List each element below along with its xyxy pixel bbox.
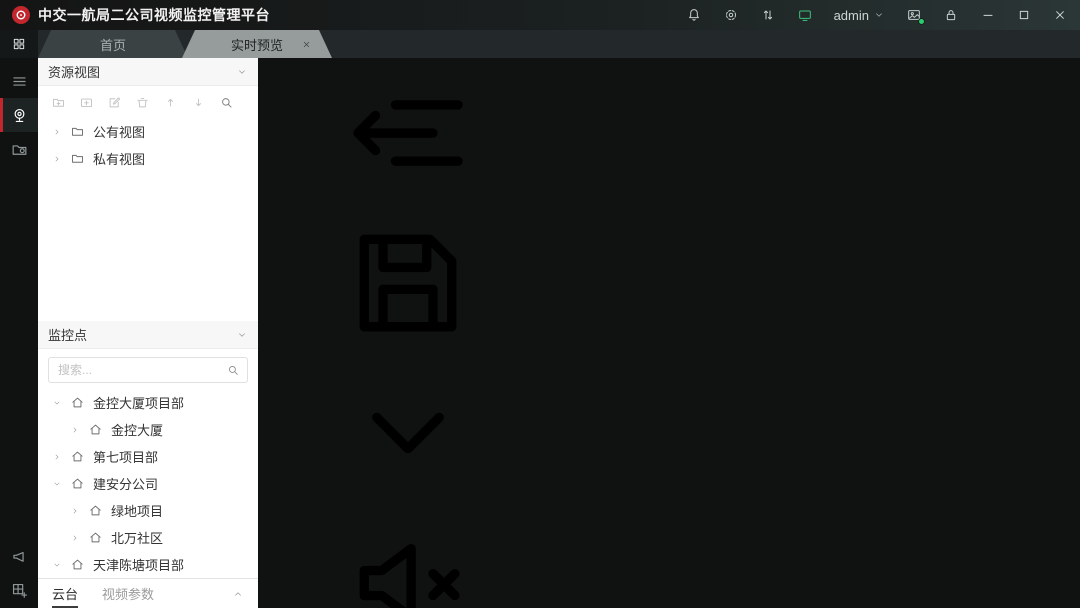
site-icon <box>70 476 85 491</box>
chevron-right-icon[interactable] <box>70 533 80 543</box>
sidebar: 资源视图 公有视图 私有视图 <box>38 58 258 608</box>
site-icon <box>88 422 103 437</box>
tree-item-seventh-project[interactable]: 第七项目部 <box>38 443 258 470</box>
folder-icon <box>70 124 85 139</box>
site-icon <box>88 503 103 518</box>
save-view-button[interactable] <box>258 208 1080 508</box>
bell-icon[interactable] <box>686 7 702 23</box>
edit-icon[interactable] <box>107 95 122 110</box>
delete-icon[interactable] <box>135 95 150 110</box>
app-window: 中交一航局二公司视频监控管理平台 admin 首页 实时预览 <box>0 0 1080 608</box>
search-icon[interactable] <box>219 95 234 110</box>
chevron-right-icon[interactable] <box>70 425 80 435</box>
lock-icon[interactable] <box>943 7 959 23</box>
username: admin <box>834 8 869 23</box>
add-view-icon[interactable] <box>79 95 94 110</box>
tree-item-private-views[interactable]: 私有视图 <box>38 145 258 172</box>
tree-item-label: 公有视图 <box>93 122 145 141</box>
minimize-button[interactable] <box>980 7 996 23</box>
tree-item-label: 私有视图 <box>93 149 145 168</box>
online-status-dot <box>918 18 925 25</box>
chevron-right-icon[interactable] <box>52 127 62 137</box>
chevron-down-icon <box>873 9 885 21</box>
resource-folder-icon[interactable] <box>0 132 38 166</box>
chevron-down-icon[interactable] <box>236 329 248 341</box>
strip-spacer <box>0 166 38 540</box>
user-menu[interactable]: admin <box>834 8 885 23</box>
chevron-down-icon[interactable] <box>52 398 62 408</box>
chevron-up-icon <box>232 588 244 600</box>
tree-item-tianjin-chentang[interactable]: 天津陈塘项目部 <box>38 551 258 578</box>
tree-item-jianan-branch[interactable]: 建安分公司 <box>38 470 258 497</box>
tab-home-label: 首页 <box>100 35 126 54</box>
mute-all-icon[interactable] <box>258 508 558 608</box>
camera-view-icon[interactable] <box>0 98 38 132</box>
content-area: 2019年11月25日 星期一 08:14:27 二公司陈塘1 2019年11月… <box>258 58 1080 608</box>
monitor-points-header[interactable]: 监控点 <box>38 321 258 349</box>
stream-list-icon[interactable] <box>258 58 558 208</box>
app-title: 中交一航局二公司视频监控管理平台 <box>38 5 270 25</box>
tab-close-icon[interactable] <box>301 39 312 50</box>
resource-view-header[interactable]: 资源视图 <box>38 58 258 86</box>
snapshot-status-icon[interactable] <box>906 7 922 23</box>
tree-item-jinkong-tower[interactable]: 金控大厦 <box>38 416 258 443</box>
monitor-points-title: 监控点 <box>48 325 87 344</box>
move-up-icon[interactable] <box>163 95 178 110</box>
tree-item-label: 建安分公司 <box>93 474 158 493</box>
tree-item-label: 金控大厦 <box>111 420 163 439</box>
folder-icon <box>70 151 85 166</box>
monitor-points-panel: 监控点 金控大厦项目部 金控大厦 <box>38 321 258 578</box>
tree-item-lvdi-project[interactable]: 绿地项目 <box>38 497 258 524</box>
chevron-right-icon[interactable] <box>70 506 80 516</box>
site-icon <box>70 395 85 410</box>
bottom-toolbar <box>258 58 1080 608</box>
move-down-icon[interactable] <box>191 95 206 110</box>
tab-ptz[interactable]: 云台 <box>52 579 78 608</box>
app-logo-icon <box>12 6 30 24</box>
tab-live-preview-label: 实时预览 <box>231 35 283 54</box>
resource-view-title: 资源视图 <box>48 62 100 81</box>
tab-bar: 首页 实时预览 <box>0 30 1080 58</box>
search-icon[interactable] <box>226 363 240 377</box>
tab-live-preview[interactable]: 实时预览 <box>182 30 332 58</box>
wall-layout-icon[interactable] <box>0 574 38 608</box>
tree-item-label: 金控大厦项目部 <box>93 393 184 412</box>
site-icon <box>88 530 103 545</box>
search-box <box>38 349 258 389</box>
collapse-panel-button[interactable] <box>232 579 244 608</box>
chevron-down-icon <box>258 358 558 508</box>
site-icon <box>70 557 85 572</box>
tree-item-public-views[interactable]: 公有视图 <box>38 118 258 145</box>
tree-item-label: 北万社区 <box>111 528 163 547</box>
video-wall-icon[interactable] <box>797 7 813 23</box>
chevron-down-icon[interactable] <box>52 479 62 489</box>
swap-vertical-icon[interactable] <box>760 7 776 23</box>
sidebar-bottom-tabs: 云台 视频参数 <box>38 578 258 608</box>
tab-video-params[interactable]: 视频参数 <box>102 579 154 608</box>
menu-icon[interactable] <box>0 64 38 98</box>
maximize-button[interactable] <box>1016 7 1032 23</box>
left-icon-strip <box>0 58 38 608</box>
tree-item-label: 绿地项目 <box>111 501 163 520</box>
resource-toolbar <box>38 86 258 118</box>
tree-item-beiwan-community[interactable]: 北万社区 <box>38 524 258 551</box>
apps-grid-icon[interactable] <box>0 30 38 58</box>
close-button[interactable] <box>1052 7 1068 23</box>
chevron-down-icon[interactable] <box>236 66 248 78</box>
tree-item-jinkong-project[interactable]: 金控大厦项目部 <box>38 389 258 416</box>
announce-icon[interactable] <box>0 540 38 574</box>
tab-home[interactable]: 首页 <box>38 30 188 58</box>
tree-item-label: 天津陈塘项目部 <box>93 555 184 574</box>
save-view-icon <box>258 208 558 358</box>
search-input[interactable] <box>48 357 248 383</box>
site-icon <box>70 449 85 464</box>
settings-gear-icon[interactable] <box>723 7 739 23</box>
tree-item-label: 第七项目部 <box>93 447 158 466</box>
add-folder-icon[interactable] <box>51 95 66 110</box>
chevron-down-icon[interactable] <box>52 560 62 570</box>
chevron-right-icon[interactable] <box>52 154 62 164</box>
chevron-right-icon[interactable] <box>52 452 62 462</box>
titlebar: 中交一航局二公司视频监控管理平台 admin <box>0 0 1080 30</box>
